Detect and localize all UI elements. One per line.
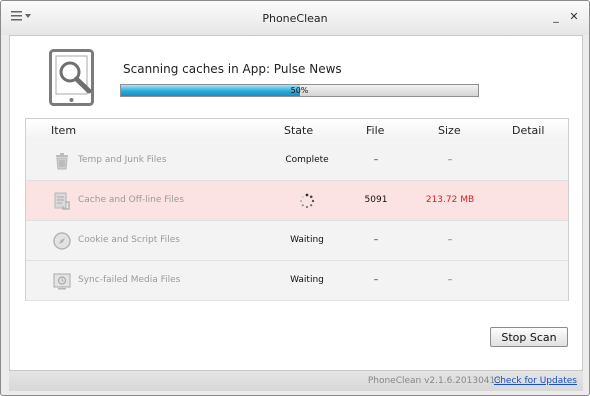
minimize-icon[interactable]: _ — [549, 10, 563, 24]
row-item-name: Temp and Junk Files — [78, 155, 167, 165]
table-header: Item State File Size Detail — [26, 119, 568, 142]
window-title: PhoneClean — [262, 12, 328, 25]
status-bar: PhoneClean v2.1.6.20130413 Check for Upd… — [9, 371, 583, 391]
table-row-cache-offline[interactable]: Cache and Off-line Files 5091 213.72 MB — [26, 181, 568, 221]
column-header-detail: Detail — [512, 124, 545, 137]
row-item-name: Sync-failed Media Files — [78, 275, 181, 285]
app-window: PhoneClean _ ✕ Scanning caches in App: P… — [0, 0, 590, 396]
main-panel: Scanning caches in App: Pulse News 50% I… — [9, 35, 583, 371]
table-row-cookie-script[interactable]: Cookie and Script Files Waiting – – — [26, 221, 568, 261]
row-size: – — [447, 275, 453, 285]
row-item-name: Cache and Off-line Files — [78, 195, 185, 205]
title-bar: PhoneClean _ ✕ — [1, 1, 589, 35]
row-size: – — [447, 155, 453, 165]
row-file-count: – — [373, 155, 379, 165]
table-row-sync-failed-media[interactable]: Sync-failed Media Files Waiting – – — [26, 261, 568, 301]
media-sync-icon — [53, 273, 71, 290]
row-file-count: – — [373, 275, 379, 285]
row-file-count: – — [373, 235, 379, 245]
row-state: Waiting — [290, 275, 324, 285]
column-header-item: Item — [51, 124, 77, 137]
trash-bin-icon — [56, 153, 68, 170]
row-size: 213.72 MB — [425, 195, 475, 205]
check-updates-link[interactable]: Check for Updates — [494, 376, 577, 386]
compass-icon — [53, 232, 71, 250]
row-state: Complete — [285, 155, 329, 165]
column-header-file: File — [366, 124, 385, 137]
stop-scan-button[interactable]: Stop Scan — [490, 327, 568, 347]
row-size: – — [447, 235, 453, 245]
table-row-temp-junk[interactable]: Temp and Junk Files Complete – – — [26, 141, 568, 181]
progress-percent: 50% — [290, 86, 309, 95]
row-item-name: Cookie and Script Files — [78, 235, 180, 245]
tablet-magnifier-icon — [49, 49, 94, 106]
version-label: PhoneClean v2.1.6.20130413 — [367, 376, 501, 386]
close-icon[interactable]: ✕ — [567, 10, 581, 24]
scan-results-table: Item State File Size Detail Temp and Jun… — [25, 118, 569, 301]
column-header-size: Size — [438, 124, 461, 137]
spinner-icon — [300, 193, 315, 209]
document-cache-icon — [54, 192, 70, 210]
column-header-state: State — [284, 124, 314, 137]
row-file-count: 5091 — [364, 195, 388, 205]
row-state: Waiting — [290, 235, 324, 245]
scan-progress-bar: 50% — [120, 84, 479, 97]
scan-status-title: Scanning caches in App: Pulse News — [123, 62, 342, 76]
